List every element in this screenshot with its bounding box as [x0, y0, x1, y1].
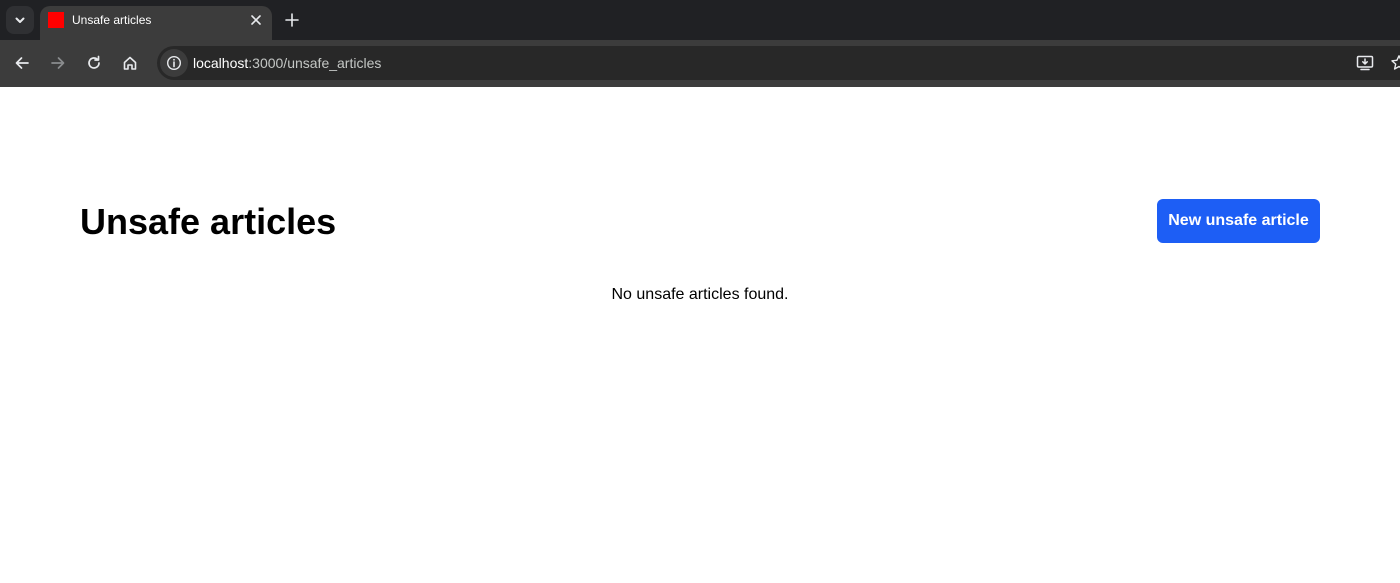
url-path: :3000/unsafe_articles [248, 55, 382, 71]
arrow-right-icon [51, 57, 65, 69]
browser-toolbar: localhost:3000/unsafe_articles [0, 40, 1400, 87]
reload-button[interactable] [81, 50, 107, 76]
new-tab-button[interactable] [280, 8, 304, 32]
star-icon [1391, 55, 1400, 70]
reload-icon [88, 55, 100, 69]
new-unsafe-article-button[interactable]: New unsafe article [1157, 199, 1320, 243]
empty-state-message: No unsafe articles found. [611, 286, 789, 303]
tab-close-button[interactable] [247, 11, 265, 29]
browser-tabstrip: Unsafe articles [0, 0, 1400, 40]
back-button[interactable] [9, 50, 35, 76]
bookmark-button[interactable] [1390, 54, 1400, 72]
browser-tab-active[interactable]: Unsafe articles [40, 6, 272, 40]
install-app-button[interactable] [1356, 54, 1374, 72]
home-icon [123, 56, 137, 70]
install-icon [1356, 55, 1374, 71]
tab-title: Unsafe articles [72, 13, 152, 27]
info-icon [166, 55, 182, 71]
close-icon [251, 15, 261, 25]
page-title: Unsafe articles [80, 201, 337, 242]
address-bar[interactable]: localhost:3000/unsafe_articles [157, 46, 1400, 80]
plus-icon [285, 13, 299, 27]
home-button[interactable] [117, 50, 143, 76]
url-host: localhost [193, 55, 249, 71]
chevron-down-icon [15, 17, 25, 23]
forward-button[interactable] [45, 50, 71, 76]
site-info-button[interactable] [160, 49, 188, 77]
favicon-icon [48, 12, 64, 28]
tab-search-button[interactable] [6, 6, 34, 34]
address-url[interactable]: localhost:3000/unsafe_articles [193, 55, 381, 71]
page-content: Unsafe articles New unsafe article No un… [0, 87, 1400, 583]
arrow-left-icon [15, 57, 29, 69]
